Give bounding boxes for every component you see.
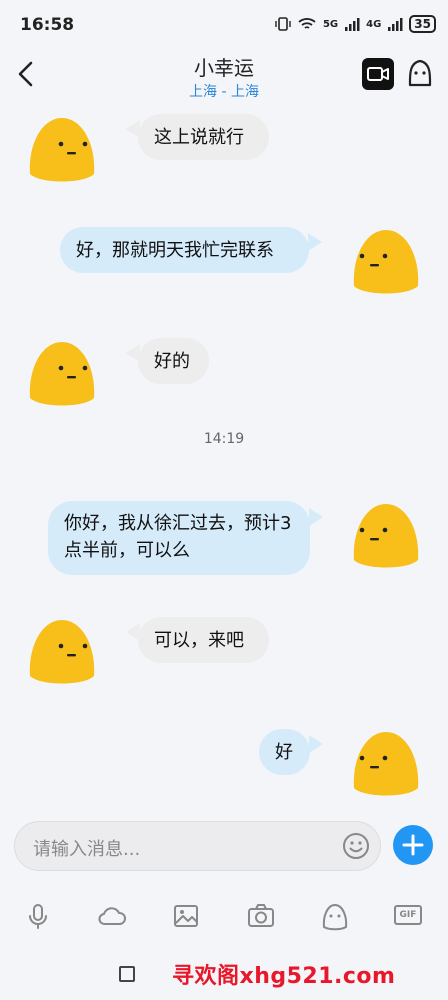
gif-label: GIF bbox=[394, 905, 422, 925]
image-icon[interactable] bbox=[170, 900, 202, 932]
message-bubble-outgoing[interactable]: 你好，我从徐汇过去，预计3点半前，可以么 bbox=[48, 501, 310, 575]
camera-icon[interactable] bbox=[245, 900, 277, 932]
signal-bars-icon bbox=[345, 18, 360, 31]
my-avatar[interactable] bbox=[352, 502, 420, 568]
message-timestamp: 14:19 bbox=[203, 431, 245, 447]
signal-label-4g: 4G bbox=[366, 18, 382, 30]
signal-bars-icon bbox=[388, 18, 403, 31]
bubble-tail bbox=[308, 233, 322, 251]
message-bubble-incoming[interactable]: 好的 bbox=[138, 338, 209, 384]
video-call-button[interactable] bbox=[362, 58, 394, 90]
battery-indicator: 35 bbox=[409, 15, 436, 33]
contact-avatar[interactable] bbox=[28, 116, 96, 182]
contact-avatar[interactable] bbox=[28, 618, 96, 684]
message-input[interactable]: 请输入消息... bbox=[14, 821, 381, 871]
message-bubble-incoming[interactable]: 这上说就行 bbox=[138, 114, 269, 160]
vibrate-icon bbox=[275, 17, 291, 31]
chat-area[interactable]: 这上说就行 好，那就明天我忙完联系 好的 14:19 你好，我从徐汇过去，预计3… bbox=[0, 102, 448, 810]
cloud-icon[interactable] bbox=[96, 900, 128, 932]
microphone-icon[interactable] bbox=[22, 900, 54, 932]
my-avatar[interactable] bbox=[352, 730, 420, 796]
plus-icon bbox=[402, 834, 424, 856]
emoji-icon[interactable] bbox=[342, 832, 370, 860]
bubble-tail bbox=[309, 508, 323, 526]
signal-label-5g: 5G bbox=[322, 18, 339, 30]
chat-header: 小幸运 上海 - 上海 bbox=[0, 44, 448, 102]
wifi-icon bbox=[298, 18, 316, 29]
message-bubble-outgoing[interactable]: 好，那就明天我忙完联系 bbox=[60, 227, 309, 273]
message-bubble-outgoing[interactable]: 好 bbox=[259, 729, 310, 775]
add-attachment-button[interactable] bbox=[393, 825, 433, 865]
bubble-tail bbox=[309, 735, 323, 753]
sticker-icon[interactable] bbox=[319, 900, 351, 932]
status-time: 16:58 bbox=[20, 15, 75, 35]
gif-icon[interactable]: GIF bbox=[394, 900, 426, 932]
message-input-placeholder: 请输入消息... bbox=[33, 839, 141, 860]
recent-apps-icon[interactable] bbox=[119, 966, 135, 982]
video-camera-icon bbox=[367, 67, 389, 81]
profile-icon[interactable] bbox=[403, 56, 437, 90]
message-bubble-incoming[interactable]: 可以，来吧 bbox=[138, 617, 269, 663]
contact-avatar[interactable] bbox=[28, 340, 96, 406]
watermark: 寻欢阁xhg521.com bbox=[172, 964, 396, 989]
input-toolbar: GIF bbox=[0, 890, 448, 942]
my-avatar[interactable] bbox=[352, 228, 420, 294]
status-icons: 5G 4G 35 bbox=[275, 15, 436, 33]
